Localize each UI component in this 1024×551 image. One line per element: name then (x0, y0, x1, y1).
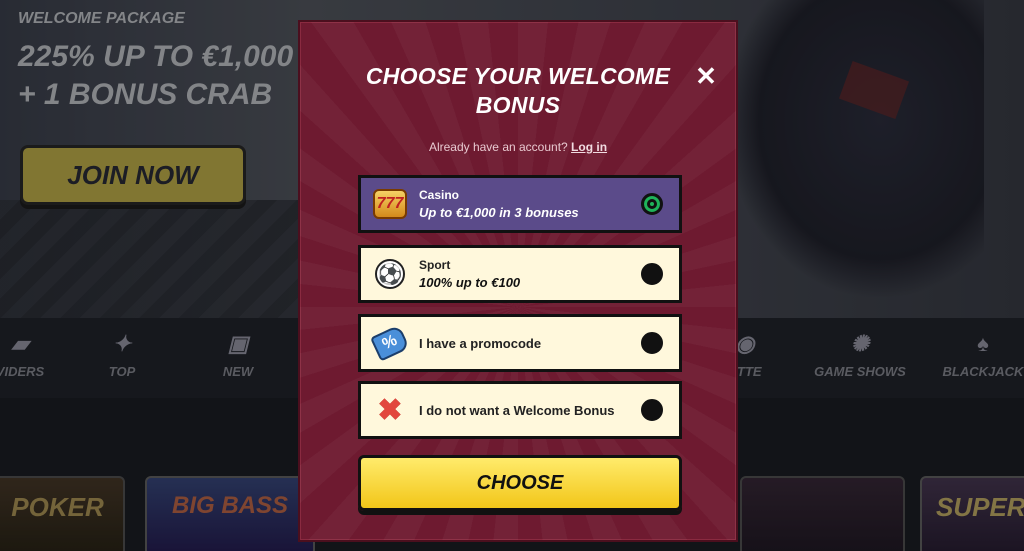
close-icon[interactable]: ✕ (694, 63, 718, 89)
option-label: Casino (419, 188, 460, 202)
promo-tag-icon: % (361, 317, 419, 369)
modal-title-line2: BONUS (475, 92, 561, 118)
login-link[interactable]: Log in (571, 140, 607, 154)
category-blackjack[interactable]: ♠ BLACKJACK (933, 330, 1024, 379)
game-tile[interactable]: POKER (0, 476, 125, 551)
option-casino[interactable]: 777 Casino Up to €1,000 in 3 bonuses (358, 175, 682, 233)
account-prompt: Already have an account? Log in (300, 140, 736, 154)
join-now-button[interactable]: JOIN NOW (20, 145, 246, 205)
cards-icon: ♠ (977, 331, 989, 356)
radio-sport[interactable] (641, 263, 663, 285)
promo-headline-line1: 225% UP TO €1,000 (18, 40, 294, 73)
game-tile[interactable]: BIG BASS (145, 476, 315, 551)
option-text: I do not want a Welcome Bonus (419, 403, 641, 418)
category-label: NEW (222, 364, 254, 379)
category-label: BLACKJACK (942, 364, 1024, 379)
radio-no-bonus[interactable] (641, 399, 663, 421)
option-sport[interactable]: ⚽ Sport 100% up to €100 (358, 245, 682, 303)
category-new[interactable]: ▣ NEW (188, 330, 288, 379)
choose-button[interactable]: CHOOSE (358, 455, 682, 511)
welcome-bonus-modal: CHOOSE YOUR WELCOME BONUS ✕ Already have… (298, 20, 738, 542)
category-label: TOP (108, 364, 136, 379)
category-label: GAME SHOWS (814, 364, 906, 379)
game-tile[interactable]: SUPER (920, 476, 1024, 551)
option-text: Casino Up to €1,000 in 3 bonuses (419, 188, 641, 220)
game-tile-title: SUPER (936, 492, 1024, 522)
radio-promocode[interactable] (641, 332, 663, 354)
page: WELCOME PACKAGE 225% UP TO €1,000 + 1 BO… (0, 0, 1024, 551)
new-badge-icon: ▣ (227, 331, 249, 356)
option-promocode[interactable]: % I have a promocode (358, 314, 682, 372)
game-tile[interactable] (740, 476, 905, 551)
option-no-bonus[interactable]: ✖ I do not want a Welcome Bonus (358, 381, 682, 439)
modal-title: CHOOSE YOUR WELCOME BONUS (360, 62, 676, 120)
radio-casino[interactable] (641, 193, 663, 215)
slot-777-icon: 777 (361, 178, 419, 230)
game-tile-title: BIG BASS (171, 492, 288, 519)
modal-title-line1: CHOOSE YOUR WELCOME (365, 63, 671, 89)
category-game-shows[interactable]: ✺ GAME SHOWS (810, 330, 910, 379)
option-desc: Up to €1,000 in 3 bonuses (419, 205, 579, 220)
star-icon: ✦ (112, 331, 132, 356)
option-label: Sport (419, 258, 451, 272)
category-providers[interactable]: ▰ VIDERS (0, 330, 70, 379)
promo-headline: 225% UP TO €1,000 + 1 BONUS CRAB (18, 38, 293, 114)
hero-character-image (724, 0, 984, 300)
option-text: I have a promocode (419, 336, 641, 351)
game-tile-title: POKER (11, 492, 104, 522)
option-label: I have a promocode (419, 335, 542, 351)
option-text: Sport 100% up to €100 (419, 258, 641, 290)
red-x-icon: ✖ (377, 393, 403, 427)
account-text: Already have an account? (428, 140, 568, 154)
category-label: VIDERS (0, 364, 45, 379)
option-label: I do not want a Welcome Bonus (419, 402, 615, 418)
option-desc: 100% up to €100 (419, 275, 521, 290)
promo-headline-line2: + 1 BONUS CRAB (18, 78, 273, 111)
wheel-icon: ✺ (850, 331, 870, 356)
providers-icon: ▰ (11, 331, 29, 356)
promo-tag: WELCOME PACKAGE (18, 10, 185, 27)
soccer-ball-icon: ⚽ (361, 248, 419, 300)
category-top[interactable]: ✦ TOP (72, 330, 172, 379)
